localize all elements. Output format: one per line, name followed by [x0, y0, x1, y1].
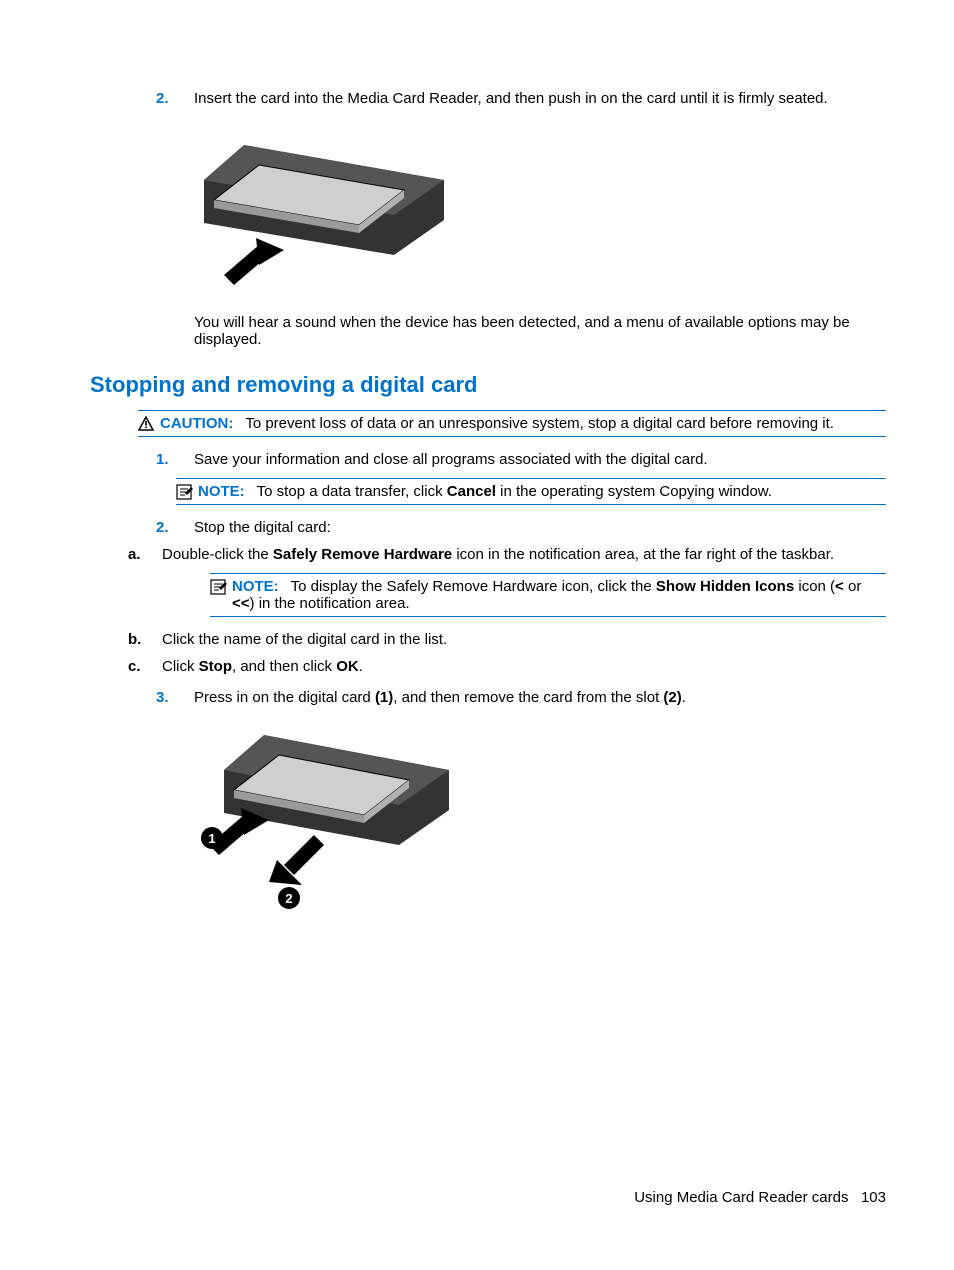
caution-label: CAUTION:	[160, 415, 233, 432]
figure-insert-card	[194, 125, 886, 300]
substep-text: Click Stop, and then click OK.	[162, 658, 886, 675]
note-label: NOTE:	[232, 578, 279, 595]
text-bold2: OK	[336, 658, 359, 675]
text-mid: , and then remove the card from the slot	[393, 689, 663, 706]
caution-icon	[138, 415, 160, 432]
text-bold: Safely Remove Hardware	[273, 546, 452, 563]
ordered-step-1-save: 1. Save your information and close all p…	[156, 451, 886, 468]
ordered-step-3-press: 3. Press in on the digital card (1), and…	[156, 689, 886, 706]
substep-a: a. Double-click the Safely Remove Hardwa…	[128, 546, 886, 563]
note-icon	[176, 483, 198, 500]
note-text-prefix: To stop a data transfer, click	[257, 483, 447, 500]
footer-page-number: 103	[861, 1189, 886, 1206]
text-suffix: .	[682, 689, 686, 706]
step-marker: 2.	[156, 90, 194, 107]
caution-text: CAUTION: To prevent loss of data or an un…	[160, 415, 886, 432]
note-text: NOTE: To stop a data transfer, click Canc…	[198, 483, 886, 500]
ordered-step-2-insert: 2. Insert the card into the Media Card R…	[156, 90, 886, 107]
card-reader-insert-illustration	[194, 125, 454, 300]
text-suffix: icon in the notification area, at the fa…	[452, 546, 834, 563]
step-text: Insert the card into the Media Card Read…	[194, 90, 886, 107]
step-marker: 3.	[156, 689, 194, 706]
substep-b: b. Click the name of the digital card in…	[128, 631, 886, 648]
svg-text:2: 2	[285, 891, 292, 906]
step-marker: 2.	[156, 519, 194, 536]
ordered-step-2-stop: 2. Stop the digital card:	[156, 519, 886, 536]
caution-body: To prevent loss of data or an unresponsi…	[245, 415, 834, 432]
text-prefix: Press in on the digital card	[194, 689, 375, 706]
note-callout-cancel: NOTE: To stop a data transfer, click Canc…	[176, 478, 886, 505]
document-page: 2. Insert the card into the Media Card R…	[0, 0, 954, 970]
step-text: Save your information and close all prog…	[194, 451, 886, 468]
text-suffix1: icon (	[794, 578, 835, 595]
text-ltlt: <<	[232, 595, 250, 612]
text-lt: <	[835, 578, 844, 595]
note-text-bold: Cancel	[447, 483, 496, 500]
footer-section-title: Using Media Card Reader cards	[634, 1189, 848, 1206]
substep-text: Click the name of the digital card in th…	[162, 631, 886, 648]
text-prefix: Click	[162, 658, 199, 675]
note-callout-show-hidden: NOTE: To display the Safely Remove Hardwa…	[210, 573, 886, 617]
substep-marker: c.	[128, 658, 162, 675]
note-text-suffix: in the operating system Copying window.	[496, 483, 772, 500]
section-heading-stopping-removing: Stopping and removing a digital card	[90, 372, 886, 398]
text-mid: , and then click	[232, 658, 336, 675]
note-text: NOTE: To display the Safely Remove Hardwa…	[232, 578, 886, 612]
text-or: or	[844, 578, 862, 595]
figure-remove-card: 1 2	[194, 720, 886, 920]
text-prefix: Double-click the	[162, 546, 273, 563]
text-bold1: Stop	[199, 658, 232, 675]
text-suffix2: ) in the notification area.	[250, 595, 410, 612]
substep-text: Double-click the Safely Remove Hardware …	[162, 546, 886, 563]
sound-detected-text: You will hear a sound when the device ha…	[194, 314, 886, 348]
note-label: NOTE:	[198, 483, 245, 500]
text-suffix: .	[359, 658, 363, 675]
step-text: Press in on the digital card (1), and th…	[194, 689, 886, 706]
text-bold1: (1)	[375, 689, 393, 706]
caution-callout: CAUTION: To prevent loss of data or an un…	[138, 410, 886, 437]
text-bold2: (2)	[663, 689, 681, 706]
step-text: Stop the digital card:	[194, 519, 886, 536]
step-marker: 1.	[156, 451, 194, 468]
substep-marker: a.	[128, 546, 162, 563]
note-icon	[210, 578, 232, 595]
substep-marker: b.	[128, 631, 162, 648]
text-bold: Show Hidden Icons	[656, 578, 794, 595]
substep-c: c. Click Stop, and then click OK.	[128, 658, 886, 675]
svg-text:1: 1	[208, 831, 215, 846]
page-footer: Using Media Card Reader cards 103	[634, 1189, 886, 1206]
card-reader-remove-illustration: 1 2	[194, 720, 454, 920]
text-prefix: To display the Safely Remove Hardware ic…	[291, 578, 656, 595]
